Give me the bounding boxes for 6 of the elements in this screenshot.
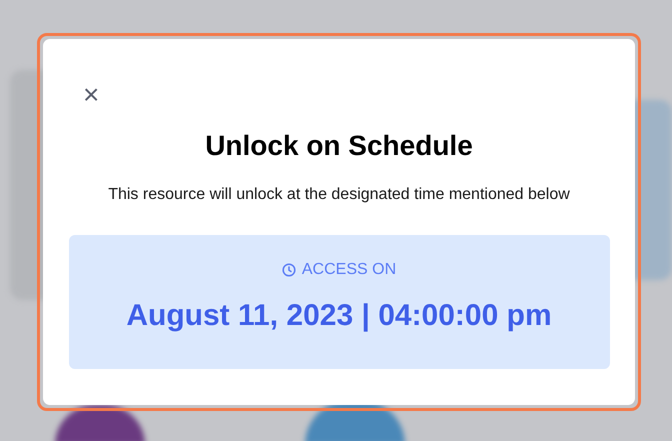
clock-icon: [282, 263, 296, 277]
access-label: ACCESS ON: [302, 260, 396, 280]
close-button[interactable]: ×: [83, 81, 100, 109]
dialog-title: Unlock on Schedule: [205, 132, 473, 160]
access-datetime: August 11, 2023 | 04:00:00 pm: [126, 301, 552, 331]
dialog-message: This resource will unlock at the designated time mentioned below: [108, 187, 570, 203]
